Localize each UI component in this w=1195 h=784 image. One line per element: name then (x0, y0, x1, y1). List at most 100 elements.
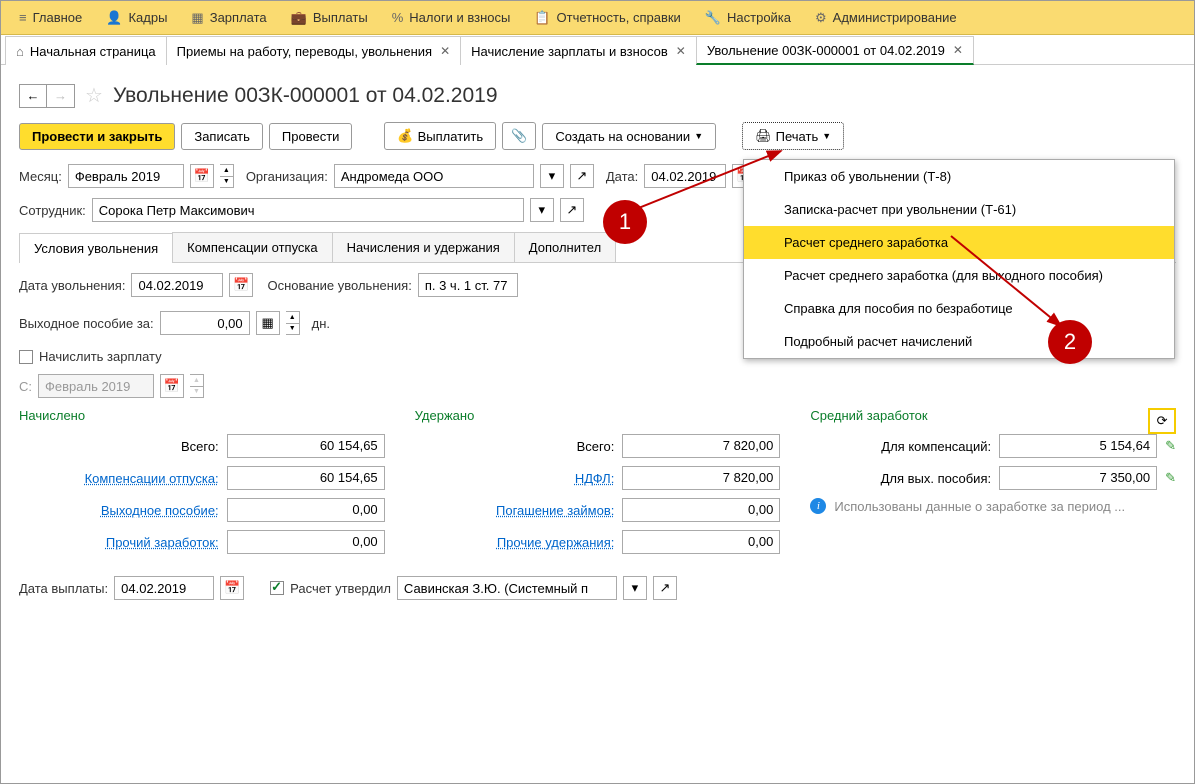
accrued-total-label: Всего: (181, 439, 219, 454)
topmenu-item[interactable]: ▦Зарплата (179, 1, 278, 34)
basis-input[interactable] (418, 273, 518, 297)
dismiss-date-input[interactable] (131, 273, 223, 297)
avg-header: Средний заработок (810, 408, 927, 423)
menu-label: Главное (33, 10, 83, 25)
menu-icon: % (392, 10, 404, 25)
severance-unit: дн. (312, 316, 330, 331)
withheld-header: Удержано (415, 408, 781, 423)
withheld-other-label[interactable]: Прочие удержания: (497, 535, 615, 550)
print-menu-item[interactable]: Подробный расчет начислений (744, 325, 1174, 358)
accrued-header: Начислено (19, 408, 385, 423)
tab-close-icon[interactable]: ✕ (953, 43, 963, 57)
tab-close-icon[interactable]: ✕ (676, 44, 686, 58)
tab[interactable]: Начисление зарплаты и взносов✕ (460, 36, 697, 65)
menu-label: Отчетность, справки (557, 10, 681, 25)
withheld-total-value: 7 820,00 (622, 434, 780, 458)
favorite-star-icon[interactable]: ☆ (85, 83, 103, 108)
dismiss-date-calendar-button[interactable]: 📅 (229, 273, 253, 297)
doc-tab[interactable]: Компенсации отпуска (172, 232, 333, 262)
accrued-sev-label[interactable]: Выходное пособие: (101, 503, 219, 518)
create-based-button[interactable]: Создать на основании▼ (542, 123, 716, 150)
avg-note[interactable]: Использованы данные о заработке за перио… (834, 499, 1125, 514)
accrue-salary-checkbox[interactable] (19, 350, 33, 364)
employee-label: Сотрудник: (19, 203, 86, 218)
withheld-other-value: 0,00 (622, 530, 780, 554)
severance-spinner[interactable]: ▲▼ (286, 311, 300, 335)
org-dropdown-button[interactable]: ▾ (540, 164, 564, 188)
topmenu-item[interactable]: 👤 Кадры (94, 1, 179, 34)
date-input[interactable] (644, 164, 726, 188)
avg-sev-edit-icon[interactable]: ✎ (1165, 470, 1176, 486)
print-button[interactable]: 🖨Печать▼ (742, 122, 844, 150)
pay-date-input[interactable] (114, 576, 214, 600)
withheld-loan-label[interactable]: Погашение займов: (496, 503, 614, 518)
accrued-comp-label[interactable]: Компенсации отпуска: (85, 471, 219, 486)
nav-fwd-button[interactable]: → (47, 84, 75, 108)
nav-back-button[interactable]: ← (19, 84, 47, 108)
caret-down-icon: ▼ (694, 131, 703, 141)
topmenu-item[interactable]: ≡ Главное (7, 1, 94, 34)
pay-date-label: Дата выплаты: (19, 581, 108, 596)
post-button[interactable]: Провести (269, 123, 353, 150)
menu-label: Администрирование (833, 10, 957, 25)
menu-icon: 🔧 (705, 10, 721, 26)
menu-label: Кадры (128, 10, 167, 25)
withheld-ndfl-label[interactable]: НДФЛ: (575, 471, 615, 486)
withheld-total-label: Всего: (577, 439, 615, 454)
print-menu-item[interactable]: Расчет среднего заработка (744, 226, 1174, 259)
org-label: Организация: (246, 169, 328, 184)
topmenu-item[interactable]: 💼Выплаты (279, 1, 380, 34)
approver-open-button[interactable]: ↗ (653, 576, 677, 600)
menu-label: Настройка (727, 10, 791, 25)
pay-date-calendar-button[interactable]: 📅 (220, 576, 244, 600)
page-title: Увольнение 00ЗК-000001 от 04.02.2019 (113, 84, 498, 108)
employee-dropdown-button[interactable]: ▾ (530, 198, 554, 222)
save-button[interactable]: Записать (181, 123, 263, 150)
org-open-button[interactable]: ↗ (570, 164, 594, 188)
pay-button[interactable]: 💰 Выплатить (384, 122, 496, 150)
month-calendar-button[interactable]: 📅 (190, 164, 214, 188)
print-menu-item[interactable]: Расчет среднего заработка (для выходного… (744, 259, 1174, 292)
org-input[interactable] (334, 164, 534, 188)
tab-close-icon[interactable]: ✕ (440, 44, 450, 58)
approver-input[interactable] (397, 576, 617, 600)
print-menu-item[interactable]: Справка для пособия по безработице (744, 292, 1174, 325)
print-menu-item[interactable]: Записка-расчет при увольнении (Т-61) (744, 193, 1174, 226)
month-input[interactable] (68, 164, 184, 188)
menu-icon: 👤 (106, 10, 122, 26)
doc-tab[interactable]: Условия увольнения (19, 233, 173, 263)
from-label: С: (19, 379, 32, 394)
employee-input[interactable] (92, 198, 524, 222)
month-spinner[interactable]: ▲▼ (220, 164, 234, 188)
accrued-total-value: 60 154,65 (227, 434, 385, 458)
money-icon: 💰 (397, 128, 413, 144)
severance-input[interactable] (160, 311, 250, 335)
topmenu-item[interactable]: 🔧 Настройка (693, 1, 803, 34)
tab-label: Приемы на работу, переводы, увольнения (177, 44, 432, 59)
topmenu-item[interactable]: ⚙Администрирование (803, 1, 969, 34)
accrued-other-label[interactable]: Прочий заработок: (106, 535, 219, 550)
doc-tab[interactable]: Дополнител (514, 232, 616, 262)
approver-dropdown-button[interactable]: ▾ (623, 576, 647, 600)
topmenu-item[interactable]: %Налоги и взносы (380, 1, 523, 34)
avg-comp-edit-icon[interactable]: ✎ (1165, 438, 1176, 454)
post-and-close-button[interactable]: Провести и закрыть (19, 123, 175, 150)
accrued-other-value: 0,00 (227, 530, 385, 554)
approved-checkbox[interactable] (270, 581, 284, 595)
menu-icon: ≡ (19, 10, 27, 25)
accrue-salary-label: Начислить зарплату (39, 349, 162, 364)
avg-sev-value: 7 350,00 (999, 466, 1157, 490)
tab[interactable]: Приемы на работу, переводы, увольнения ✕ (166, 36, 461, 65)
info-icon: i (810, 498, 826, 514)
topmenu-item[interactable]: 📋Отчетность, справки (522, 1, 693, 34)
employee-open-button[interactable]: ↗ (560, 198, 584, 222)
tab[interactable]: Увольнение 00ЗК-000001 от 04.02.2019✕ (696, 36, 974, 65)
tab[interactable]: ⌂Начальная страница (5, 36, 167, 65)
doc-tab[interactable]: Начисления и удержания (332, 232, 515, 262)
pay-label: Выплатить (418, 129, 484, 144)
print-menu-item[interactable]: Приказ об увольнении (Т-8) (744, 160, 1174, 193)
attach-button[interactable]: 📎 (502, 122, 536, 150)
refresh-button[interactable]: ⟳ (1148, 408, 1176, 434)
severance-calc-button[interactable]: ▦ (256, 311, 280, 335)
accrued-sev-value: 0,00 (227, 498, 385, 522)
